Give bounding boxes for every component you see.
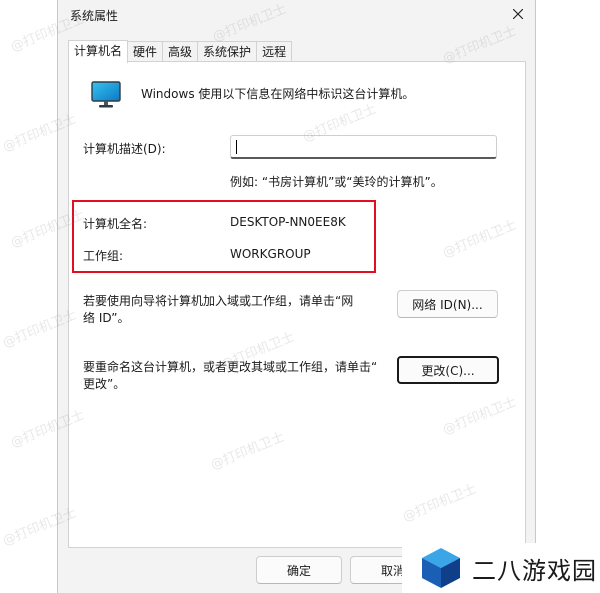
ok-button[interactable]: 确定	[256, 556, 342, 584]
close-icon	[513, 9, 523, 19]
tab-advanced[interactable]: 高级	[162, 41, 199, 62]
rename-text-line1: 要重命名这台计算机，或者更改其域或工作组，请单击“	[83, 360, 378, 374]
tab-hardware[interactable]: 硬件	[127, 41, 164, 62]
computer-icon	[91, 81, 121, 108]
description-input[interactable]	[230, 135, 497, 159]
change-button[interactable]: 更改(C)...	[397, 356, 499, 384]
workgroup-label: 工作组:	[83, 249, 124, 263]
tab-remote[interactable]: 远程	[256, 41, 293, 62]
system-properties-window: 系统属性 计算机名 硬件 高级 系统保护 远程 Windows 使用以下信息在网…	[57, 0, 536, 593]
full-name-value: DESKTOP-NN0EE8K	[230, 215, 346, 229]
close-button[interactable]	[505, 2, 531, 26]
info-text: Windows 使用以下信息在网络中标识这台计算机。	[141, 87, 415, 101]
tab-bar: 计算机名 硬件 高级 系统保护 远程	[68, 40, 293, 63]
workgroup-value: WORKGROUP	[230, 247, 311, 261]
cube-logo-icon	[422, 548, 460, 588]
text-caret	[236, 140, 237, 154]
logo-text: 二八游戏园	[472, 556, 597, 585]
network-id-text-line1: 若要使用向导将计算机加入域或工作组，请单击“网	[83, 294, 354, 308]
tab-computer-name[interactable]: 计算机名	[68, 40, 129, 63]
site-logo: 二八游戏园	[402, 543, 600, 593]
network-id-button[interactable]: 网络 ID(N)...	[397, 290, 498, 318]
rename-text-line2: 更改”。	[83, 377, 126, 391]
network-id-text-line2: 络 ID”。	[83, 311, 130, 325]
description-example: 例如: “书房计算机”或“美玲的计算机”。	[230, 175, 443, 189]
full-name-label: 计算机全名:	[83, 217, 148, 231]
computer-name-panel: Windows 使用以下信息在网络中标识这台计算机。 计算机描述(D): 例如:…	[68, 61, 526, 548]
tab-system-protection[interactable]: 系统保护	[197, 41, 258, 62]
window-title: 系统属性	[70, 9, 119, 23]
description-label: 计算机描述(D):	[83, 142, 166, 156]
